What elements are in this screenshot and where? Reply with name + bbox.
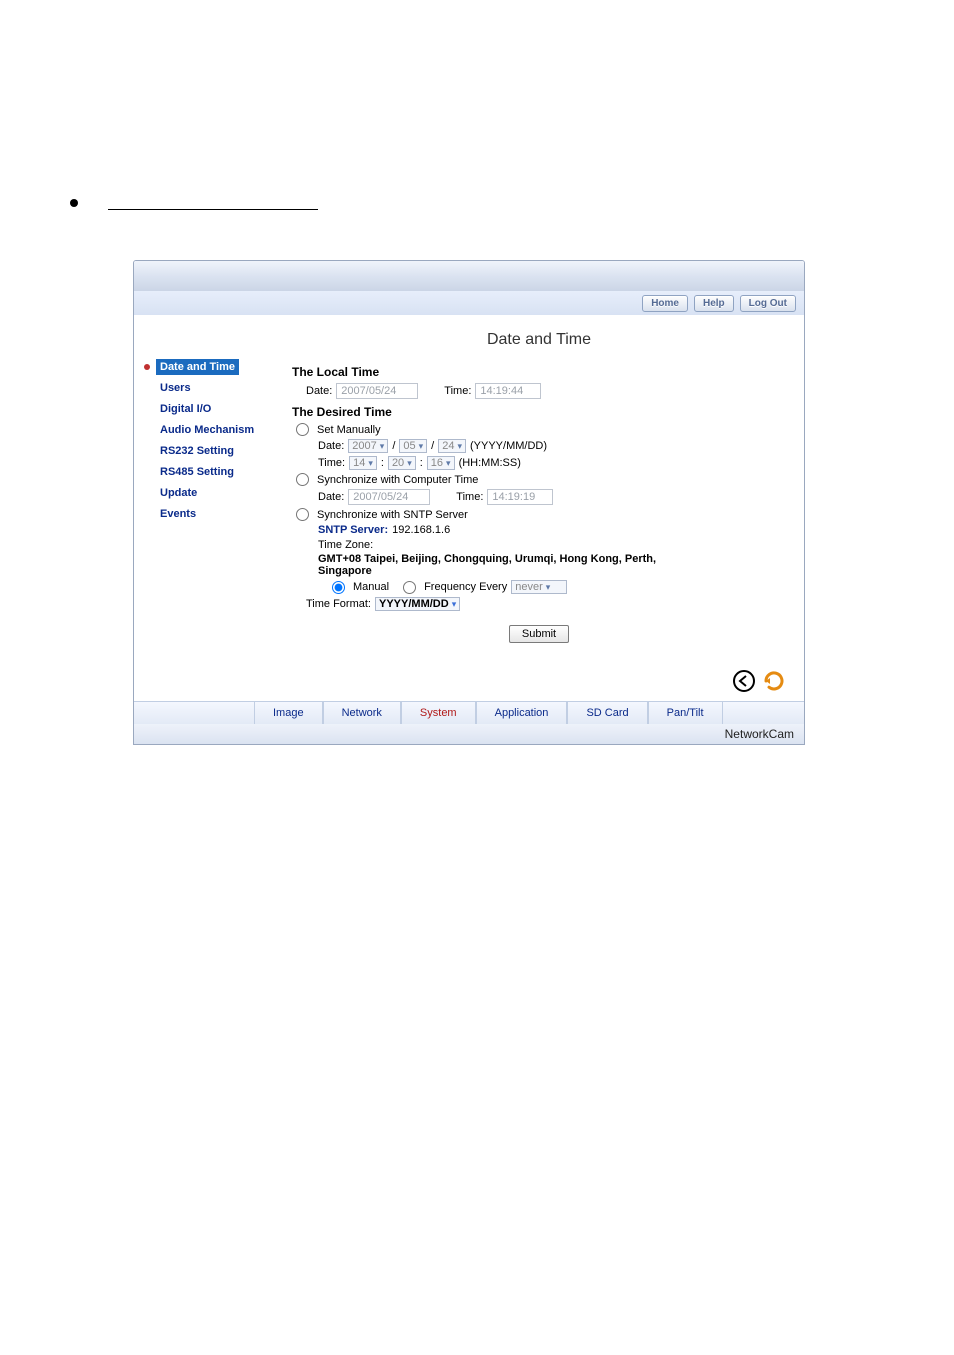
manual-time-hint: (HH:MM:SS) xyxy=(459,457,521,469)
desired-time-heading: The Desired Time xyxy=(292,405,786,419)
chevron-down-icon: ▾ xyxy=(380,441,385,452)
time-format-select[interactable]: YYYY/MM/DD▾ xyxy=(375,597,460,611)
sync-sntp-row: Synchronize with SNTP Server xyxy=(296,508,786,521)
tab-network[interactable]: Network xyxy=(323,702,401,724)
tab-pan-tilt[interactable]: Pan/Tilt xyxy=(648,702,723,724)
sntp-frequency-radio[interactable] xyxy=(403,581,416,594)
timezone-label: Time Zone: xyxy=(318,539,786,551)
computer-date-value: 2007/05/24 xyxy=(348,489,430,505)
sidebar-item-label: Audio Mechanism xyxy=(156,422,258,438)
sidebar-item-5[interactable]: RS485 Setting xyxy=(142,462,292,482)
doc-bullet-underline xyxy=(70,195,318,210)
manual-date-hint: (YYYY/MM/DD) xyxy=(470,440,547,452)
help-button[interactable]: Help xyxy=(694,295,734,312)
bottom-icon-bar xyxy=(134,663,804,701)
local-time-heading: The Local Time xyxy=(292,365,786,379)
set-manually-label: Set Manually xyxy=(317,424,381,436)
sidebar-item-label: Date and Time xyxy=(156,359,239,375)
sidebar-item-1[interactable]: Users xyxy=(142,378,292,398)
sntp-manual-radio[interactable] xyxy=(332,581,345,594)
sidebar-item-label: RS485 Setting xyxy=(156,464,238,480)
computer-time-value: 14:19:19 xyxy=(487,489,553,505)
manual-date-row: Date: 2007▾ / 05▾ / 24▾ (YYYY/MM/DD) xyxy=(318,439,786,453)
submit-button[interactable]: Submit xyxy=(509,625,569,643)
bullet-icon xyxy=(70,199,78,207)
local-time-row: Date: 2007/05/24 Time: 14:19:44 xyxy=(306,383,786,399)
tab-sd-card[interactable]: SD Card xyxy=(567,702,647,724)
manual-hour-select[interactable]: 14▾ xyxy=(349,456,377,470)
timezone-value: GMT+08 Taipei, Beijing, Chongquing, Urum… xyxy=(318,553,678,577)
chevron-down-icon: ▾ xyxy=(452,599,457,610)
local-time-value: 14:19:44 xyxy=(475,383,541,399)
time-format-label: Time Format: xyxy=(306,598,371,610)
chevron-down-icon: ▾ xyxy=(546,582,551,593)
computer-time-label: Time: xyxy=(456,491,483,503)
manual-minute-select[interactable]: 20▾ xyxy=(388,456,416,470)
sntp-frequency-select[interactable]: never▾ xyxy=(511,580,567,594)
sidebar-item-6[interactable]: Update xyxy=(142,483,292,503)
local-date-label: Date: xyxy=(306,385,332,397)
title-bar xyxy=(134,261,804,291)
local-date-value: 2007/05/24 xyxy=(336,383,418,399)
manual-second-select[interactable]: 16▾ xyxy=(427,456,455,470)
chevron-down-icon: ▾ xyxy=(368,458,373,469)
tab-application[interactable]: Application xyxy=(476,702,568,724)
sidebar-item-2[interactable]: Digital I/O xyxy=(142,399,292,419)
chevron-down-icon: ▾ xyxy=(407,458,412,469)
set-manually-radio[interactable] xyxy=(296,423,309,436)
sidebar-item-label: RS232 Setting xyxy=(156,443,238,459)
page-title: Date and Time xyxy=(292,331,786,349)
sidebar-item-4[interactable]: RS232 Setting xyxy=(142,441,292,461)
local-time-label: Time: xyxy=(444,385,471,397)
sntp-manual-label: Manual xyxy=(353,581,389,593)
manual-time-label: Time: xyxy=(318,457,345,469)
sntp-mode-row: Manual Frequency Every never▾ xyxy=(332,580,786,594)
sidebar-item-label: Events xyxy=(156,506,200,522)
sync-sntp-radio[interactable] xyxy=(296,508,309,521)
main-pane: Date and Time The Local Time Date: 2007/… xyxy=(292,315,804,663)
underline-placeholder xyxy=(108,195,318,210)
app-window: Home Help Log Out Date and Time Users Digi… xyxy=(133,260,805,745)
manual-day-select[interactable]: 24▾ xyxy=(438,439,466,453)
sync-computer-row: Synchronize with Computer Time xyxy=(296,473,786,486)
sync-sntp-label: Synchronize with SNTP Server xyxy=(317,509,468,521)
chevron-down-icon: ▾ xyxy=(457,441,462,452)
manual-time-row: Time: 14▾ : 20▾ : 16▾ (HH:MM:SS) xyxy=(318,456,786,470)
manual-month-select[interactable]: 05▾ xyxy=(399,439,427,453)
computer-date-label: Date: xyxy=(318,491,344,503)
sidebar-item-label: Update xyxy=(156,485,201,501)
home-button[interactable]: Home xyxy=(642,295,688,312)
sidebar-marker-icon xyxy=(142,364,152,370)
sync-computer-label: Synchronize with Computer Time xyxy=(317,474,478,486)
manual-date-label: Date: xyxy=(318,440,344,452)
sidebar-item-0[interactable]: Date and Time xyxy=(142,357,292,377)
sidebar-item-label: Digital I/O xyxy=(156,401,215,417)
manual-year-select[interactable]: 2007▾ xyxy=(348,439,388,453)
chevron-down-icon: ▾ xyxy=(446,458,451,469)
sntp-server-label[interactable]: SNTP Server: xyxy=(318,524,388,536)
time-format-row: Time Format: YYYY/MM/DD▾ xyxy=(306,597,786,611)
tab-system[interactable]: System xyxy=(401,702,476,724)
sntp-server-value: 192.168.1.6 xyxy=(392,524,450,536)
chevron-down-icon: ▾ xyxy=(419,441,424,452)
logout-button[interactable]: Log Out xyxy=(740,295,796,312)
set-manually-row: Set Manually xyxy=(296,423,786,436)
computer-time-row: Date: 2007/05/24 Time: 14:19:19 xyxy=(318,489,786,505)
sntp-frequency-label: Frequency Every xyxy=(424,581,507,593)
top-nav: Home Help Log Out xyxy=(134,291,804,315)
sync-computer-radio[interactable] xyxy=(296,473,309,486)
timezone-row: Time Zone: GMT+08 Taipei, Beijing, Chong… xyxy=(318,539,786,577)
footer-brand: NetworkCam xyxy=(134,724,804,744)
refresh-icon[interactable] xyxy=(762,669,786,693)
bottom-tabs: ImageNetworkSystemApplicationSD CardPan/… xyxy=(134,701,804,724)
sntp-server-row: SNTP Server: 192.168.1.6 xyxy=(318,524,786,536)
sidebar-item-7[interactable]: Events xyxy=(142,504,292,524)
back-icon[interactable] xyxy=(732,669,756,693)
sidebar-item-label: Users xyxy=(156,380,195,396)
sidebar-item-3[interactable]: Audio Mechanism xyxy=(142,420,292,440)
sidebar: Date and Time Users Digital I/O Audio Mecha… xyxy=(134,315,292,663)
tab-image[interactable]: Image xyxy=(254,702,323,724)
